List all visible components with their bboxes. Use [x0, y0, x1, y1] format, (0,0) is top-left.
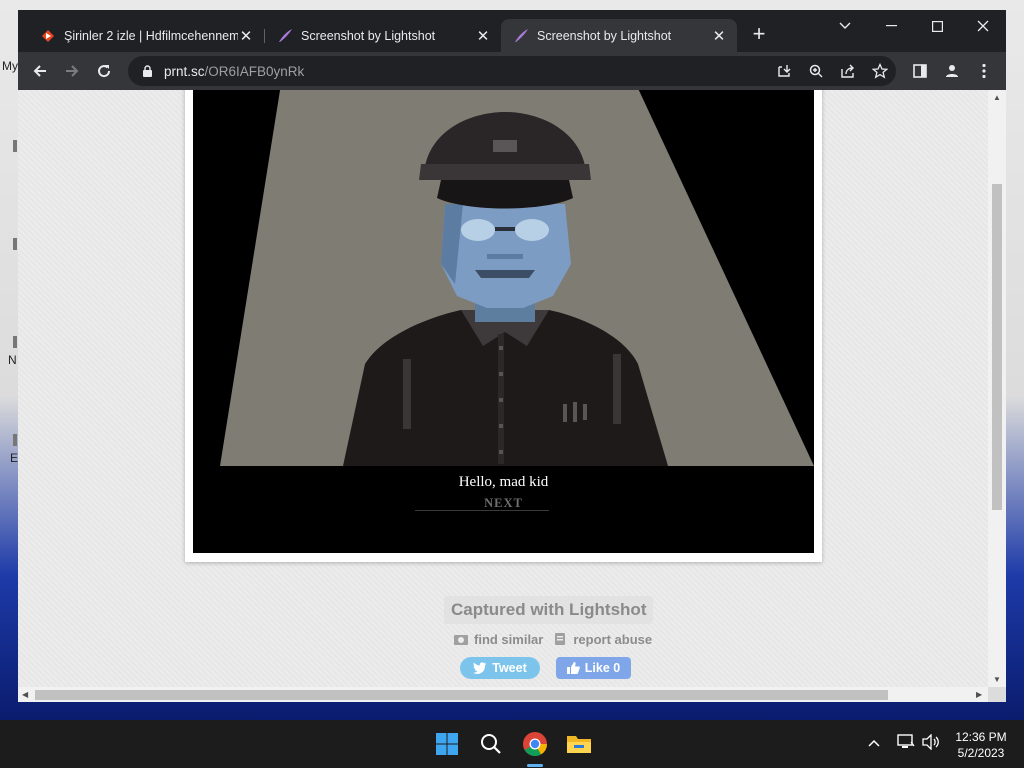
desktop-icon-label[interactable]: My	[2, 59, 18, 73]
scroll-left-arrow-icon[interactable]: ◀	[22, 690, 28, 699]
chrome-icon	[523, 732, 547, 757]
horizontal-scroll-thumb[interactable]	[35, 690, 888, 700]
profile-icon	[946, 65, 958, 77]
new-tab-button[interactable]: +	[748, 23, 770, 46]
clipboard-icon	[555, 633, 566, 645]
minimize-button[interactable]	[868, 10, 914, 42]
close-icon	[977, 20, 989, 32]
tab-title: Screenshot by Lightshot	[537, 28, 672, 43]
desktop-icon-edge[interactable]	[13, 434, 17, 446]
maximize-icon	[931, 20, 943, 32]
lightshot-feather-icon	[513, 28, 529, 44]
reload-button[interactable]	[92, 59, 116, 83]
zoom-icon[interactable]	[806, 61, 826, 81]
game-dialogue-text: Hello, mad kid	[458, 474, 549, 490]
tab-search-button[interactable]	[822, 10, 868, 42]
screenshot-card: Hello, mad kid NEXT	[185, 90, 822, 562]
hdfilm-favicon-icon	[40, 28, 56, 44]
maximize-button[interactable]	[914, 10, 960, 42]
active-app-indicator	[527, 764, 543, 767]
tweet-button[interactable]: Tweet	[460, 657, 540, 679]
windows-start-icon	[436, 733, 458, 755]
twitter-bird-icon	[473, 662, 487, 674]
tab-sirinler[interactable]: Şirinler 2 izle | Hdfilmcehennemi ✕	[28, 19, 264, 52]
vertical-scroll-thumb[interactable]	[992, 184, 1002, 510]
arrow-right-icon	[66, 65, 79, 77]
image-actions: find similar report abuse	[454, 631, 652, 647]
desktop-icon-edge[interactable]	[13, 336, 17, 348]
reload-icon	[98, 65, 111, 78]
like-label: Like 0	[584, 661, 621, 675]
find-similar-link[interactable]: find similar	[474, 632, 543, 647]
taskbar-chrome-button[interactable]	[519, 728, 551, 760]
back-button[interactable]	[28, 59, 52, 83]
tab-strip: Şirinler 2 izle | Hdfilmcehennemi ✕ Scre…	[18, 10, 1006, 52]
horizontal-scrollbar[interactable]: ◀ ▶	[18, 687, 988, 702]
url-path: /OR6IAFB0ynRk	[204, 63, 305, 79]
lightshot-feather-icon	[277, 28, 293, 44]
bookmark-star-icon[interactable]	[870, 61, 890, 81]
desktop-icon-edge[interactable]	[13, 140, 17, 152]
scroll-right-arrow-icon[interactable]: ▶	[976, 690, 982, 699]
close-tab-icon[interactable]: ✕	[475, 27, 491, 45]
arrow-left-icon	[33, 65, 46, 77]
network-icon[interactable]	[897, 734, 915, 753]
share-icon[interactable]	[838, 61, 858, 81]
start-button[interactable]	[431, 728, 463, 760]
clock-date: 5/2/2023	[957, 746, 1005, 760]
taskbar-search-button[interactable]	[475, 728, 507, 760]
scroll-up-arrow-icon[interactable]: ▲	[993, 93, 1001, 102]
more-vertical-icon	[982, 63, 986, 79]
browser-toolbar: prnt.sc /OR6IAFB0ynRk	[18, 52, 1006, 90]
game-next-label: NEXT	[484, 496, 523, 510]
clock-time: 12:36 PM	[955, 730, 1007, 744]
volume-icon[interactable]	[922, 733, 940, 753]
file-explorer-icon	[567, 736, 591, 753]
close-tab-icon[interactable]: ✕	[711, 27, 727, 45]
close-window-button[interactable]	[960, 10, 1006, 42]
thumbs-up-icon	[566, 662, 580, 674]
game-next-divider	[415, 510, 549, 511]
lock-icon[interactable]	[140, 64, 154, 78]
desktop-icon-label[interactable]: E	[10, 451, 18, 465]
tab-lightshot-2[interactable]: Screenshot by Lightshot ✕	[501, 19, 737, 52]
facebook-like-button[interactable]: Like 0	[556, 657, 631, 679]
desktop-icon-label[interactable]: N	[8, 353, 17, 367]
screenshot-image[interactable]: Hello, mad kid NEXT	[193, 90, 814, 553]
system-clock[interactable]: 12:36 PM 5/2/2023	[950, 729, 1012, 761]
taskbar: 12:36 PM 5/2/2023	[0, 720, 1024, 768]
close-tab-icon[interactable]: ✕	[238, 27, 254, 45]
minimize-icon	[885, 25, 897, 27]
forward-button[interactable]	[60, 59, 84, 83]
chevron-down-icon	[839, 22, 851, 29]
tab-lightshot-1[interactable]: Screenshot by Lightshot ✕	[265, 19, 501, 52]
desktop-icon-edge[interactable]	[13, 238, 17, 250]
url-host: prnt.sc	[164, 63, 205, 79]
profile-button[interactable]	[940, 59, 964, 83]
show-hidden-icons-chevron-icon[interactable]	[868, 734, 880, 750]
tab-title: Şirinler 2 izle | Hdfilmcehennemi	[64, 28, 238, 43]
scroll-down-arrow-icon[interactable]: ▼	[993, 675, 1001, 684]
search-icon	[481, 734, 501, 754]
tweet-label: Tweet	[492, 661, 527, 675]
captured-with-lightshot-link[interactable]: Captured with Lightshot	[444, 596, 654, 624]
camera-icon	[454, 635, 468, 645]
side-panel-icon	[913, 64, 927, 78]
scrollbar-corner	[988, 687, 1006, 702]
browser-window: Şirinler 2 izle | Hdfilmcehennemi ✕ Scre…	[18, 10, 1006, 702]
taskbar-explorer-button[interactable]	[563, 728, 595, 760]
page-viewport: Hello, mad kid NEXT Captured with Lights…	[18, 90, 1006, 702]
address-bar[interactable]: prnt.sc /OR6IAFB0ynRk	[128, 56, 896, 86]
install-app-icon[interactable]	[774, 61, 794, 81]
report-abuse-link[interactable]: report abuse	[573, 632, 652, 647]
side-panel-button[interactable]	[908, 59, 932, 83]
vertical-scrollbar[interactable]: ▲ ▼	[988, 90, 1006, 687]
menu-button[interactable]	[972, 59, 996, 83]
tab-title: Screenshot by Lightshot	[301, 28, 436, 43]
